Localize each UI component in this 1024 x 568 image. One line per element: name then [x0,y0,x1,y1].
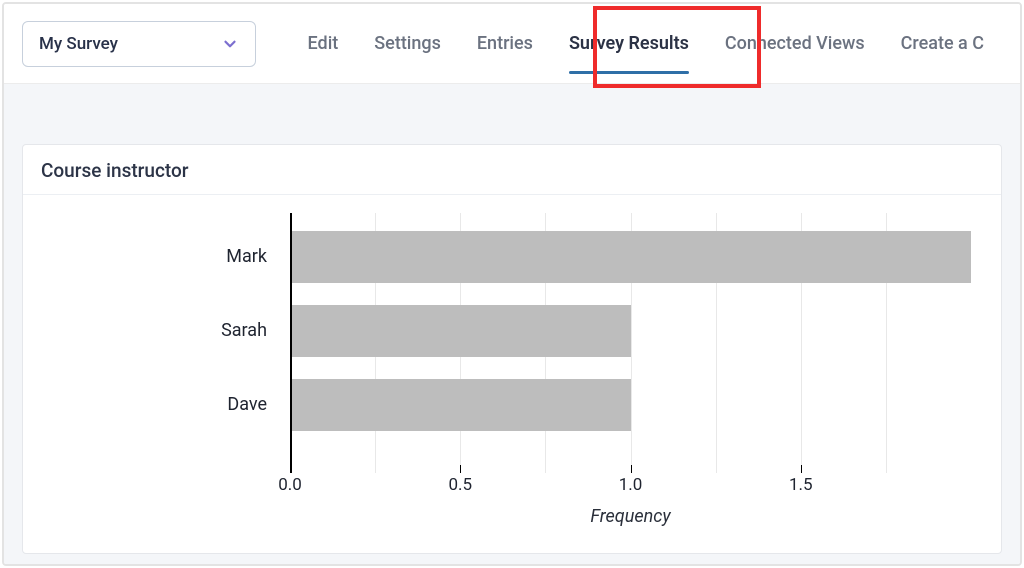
tab-label: Connected Views [725,33,865,54]
tab-label: Settings [374,33,441,54]
bar-row [290,231,971,283]
category-label: Sarah [221,320,267,341]
tab-entries[interactable]: Entries [459,4,551,84]
category-label: Dave [227,394,267,415]
tab-label: Edit [308,33,339,54]
results-card: Course instructor Mark Sarah Dave Frequenc… [22,144,1002,554]
x-tick-label: 0.5 [430,475,490,495]
bar-row [290,305,971,357]
tab-label: Survey Results [569,33,689,54]
survey-selector-dropdown[interactable]: My Survey [22,21,256,67]
bar [290,379,631,431]
x-tick-label: 1.5 [771,475,831,495]
tick-mark [460,465,461,473]
chevron-down-icon [221,35,239,53]
tab-edit[interactable]: Edit [290,4,357,84]
tab-connected-views[interactable]: Connected Views [707,4,883,84]
top-bar: My Survey Edit Settings Entries Survey Resu… [4,4,1020,84]
tab-label: Entries [477,33,533,54]
x-tick-label: 1.0 [601,475,661,495]
survey-selector-label: My Survey [39,34,118,54]
bar [290,305,631,357]
bar [290,231,971,283]
bar-row [290,379,971,431]
page-body: Course instructor Mark Sarah Dave Frequenc… [4,84,1020,564]
tick-mark [801,465,802,473]
tab-survey-results[interactable]: Survey Results [551,4,707,84]
card-title: Course instructor [41,159,983,182]
chart-container: Mark Sarah Dave Frequency 0.0 0.5 1.0 1.5 [23,195,1001,553]
x-tick-label: 0.0 [260,475,320,495]
card-header: Course instructor [23,145,1001,195]
tab-bar: Edit Settings Entries Survey Results Connect… [290,4,1002,84]
tab-settings[interactable]: Settings [356,4,459,84]
category-label: Mark [226,246,267,267]
chart-x-axis-label: Frequency [290,506,971,527]
tick-mark [631,465,632,473]
tab-label: Create a C [901,33,984,54]
tab-create-a-c[interactable]: Create a C [883,4,1002,84]
chart-y-axis [290,213,292,473]
